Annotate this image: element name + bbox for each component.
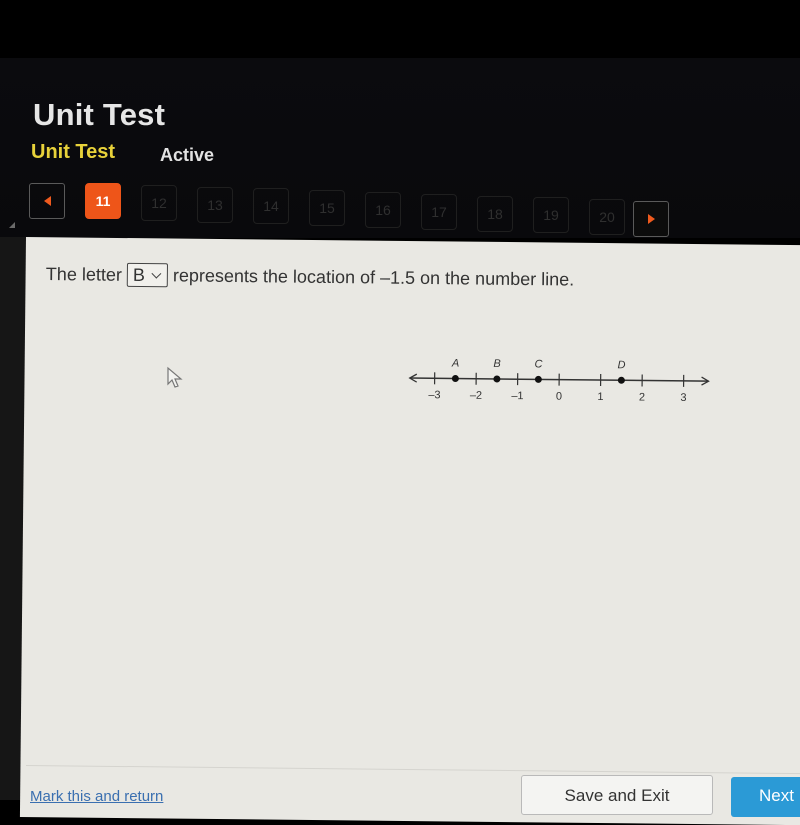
page-title: Unit Test [33,97,165,133]
question-navigation: 11121314151617181920 [29,183,709,223]
number-line: –3 –2 –1 0 1 2 3 A B C D [404,345,735,418]
save-and-exit-button[interactable]: Save and Exit [521,775,713,815]
point-b [493,375,500,382]
point-label: A [451,357,459,369]
tick-label: 2 [639,391,645,403]
question-number-17[interactable]: 17 [421,194,457,230]
top-bezel [0,0,800,58]
dropdown-value: B [133,264,145,285]
tick-label: 3 [680,392,686,404]
tick-label: 0 [556,391,562,403]
tick-label: –1 [511,390,523,402]
question-number-18[interactable]: 18 [477,196,513,232]
point-c [535,376,542,383]
question-number-14[interactable]: 14 [253,188,289,224]
question-number-16[interactable]: 16 [365,192,401,228]
point-label: C [535,358,543,370]
point-label: D [618,359,626,371]
next-button[interactable]: Next [731,777,800,817]
tick-label: –2 [470,390,482,402]
prompt-text-before: The letter [46,263,122,285]
point-a [452,375,459,382]
question-panel [20,237,800,825]
collapse-triangle-icon [9,222,15,228]
tick-label: –3 [428,389,440,401]
tick-label: 1 [597,391,603,403]
chevron-down-icon [152,268,162,278]
mouse-cursor-icon [166,366,186,390]
question-number-15[interactable]: 15 [309,190,345,226]
left-triangle-icon [44,196,51,206]
next-question-button[interactable] [633,201,669,237]
question-number-11[interactable]: 11 [85,183,121,219]
point-label: B [493,358,500,370]
status-label: Active [160,145,214,166]
mark-and-return-link[interactable]: Mark this and return [30,788,163,805]
answer-dropdown[interactable]: B [127,263,168,287]
question-number-20[interactable]: 20 [589,199,625,235]
activity-subtitle: Unit Test [31,141,115,164]
right-triangle-icon [648,214,655,224]
question-number-19[interactable]: 19 [533,197,569,233]
previous-question-button[interactable] [29,183,65,219]
prompt-text-after: represents the location of –1.5 on the n… [173,265,574,290]
question-number-13[interactable]: 13 [197,187,233,223]
point-d [618,377,625,384]
question-number-12[interactable]: 12 [141,185,177,221]
